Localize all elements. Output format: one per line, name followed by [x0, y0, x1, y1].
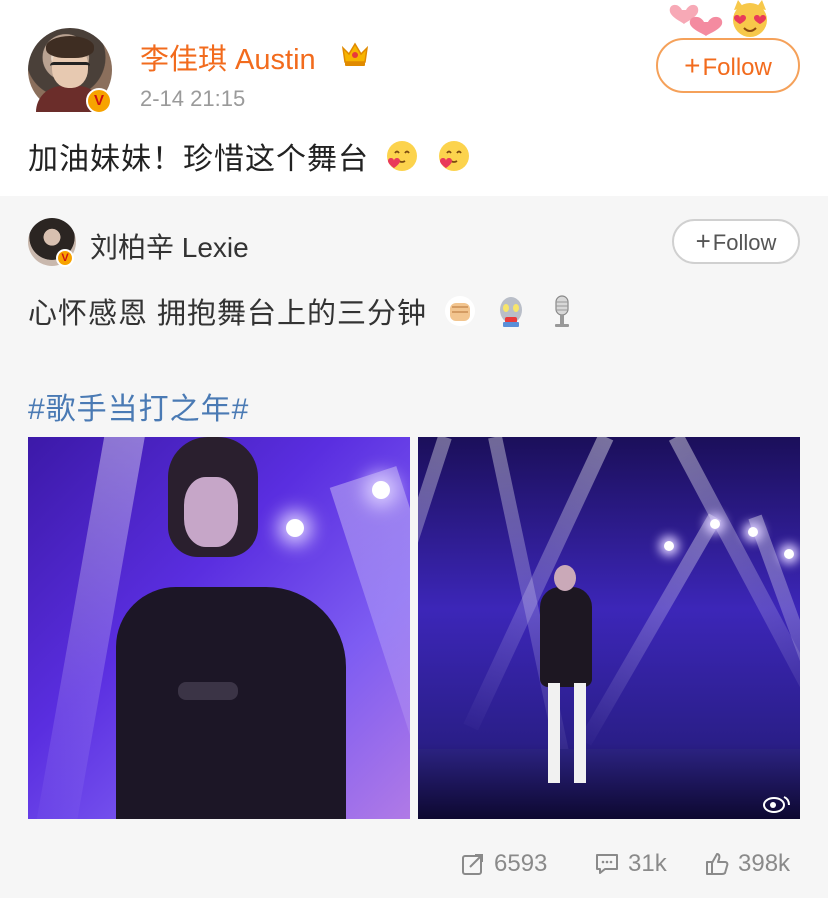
comment-icon	[596, 854, 618, 874]
original-post-text-container: 心怀感恩 拥抱舞台上的三分钟	[28, 290, 580, 332]
post-timestamp: 2-14 21:15	[140, 86, 246, 111]
singer-closeup-photo[interactable]	[28, 437, 410, 819]
comment-count: 31k	[628, 850, 667, 877]
crown-member-icon	[340, 40, 370, 68]
comment-button[interactable]: 31k	[594, 850, 667, 878]
like-count: 398k	[738, 850, 791, 877]
repost-count: 6593	[494, 850, 548, 877]
plus-icon: +	[684, 50, 701, 81]
thumbs-up-icon	[706, 853, 729, 875]
singer-stage-photo[interactable]	[418, 437, 800, 819]
repost-icon	[462, 854, 483, 875]
follow-button-label: Follow	[702, 54, 772, 81]
robot-emoji-icon	[500, 297, 523, 327]
verified-badge-icon: V	[56, 249, 74, 267]
microphone-emoji-icon	[555, 295, 570, 327]
follow-original-author-button[interactable]: +Follow	[672, 219, 800, 264]
hugging-heart-emoji-icon	[387, 141, 418, 171]
follow-button[interactable]: +Follow	[656, 38, 800, 93]
original-author-name[interactable]: 刘柏辛 Lexie	[90, 226, 249, 266]
like-button[interactable]: 398k	[704, 850, 790, 878]
original-post-text: 心怀感恩 拥抱舞台上的三分钟	[28, 298, 428, 330]
weibo-watermark-icon	[763, 796, 790, 813]
heart-cat-decoration-icon	[668, 0, 778, 40]
hugging-heart-emoji-icon	[438, 141, 469, 171]
verified-badge-icon: V	[86, 88, 112, 114]
post-author-name[interactable]: 李佳琪 Austin	[140, 36, 316, 78]
post-text: 加油妹妹！珍惜这个舞台	[28, 143, 369, 176]
follow-button-label: Follow	[712, 230, 777, 255]
hashtag-link[interactable]: #歌手当打之年#	[28, 384, 249, 428]
post-text-container: 加油妹妹！珍惜这个舞台	[28, 134, 472, 178]
fist-emoji-icon	[445, 296, 476, 326]
plus-icon: +	[695, 226, 711, 256]
repost-button[interactable]: 6593	[460, 850, 547, 878]
